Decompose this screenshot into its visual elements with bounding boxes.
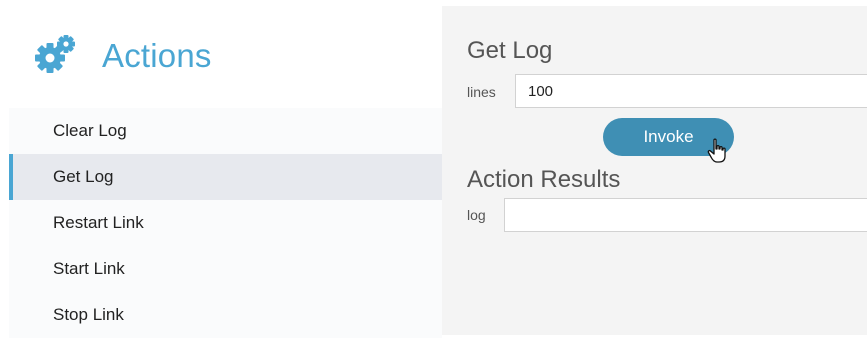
form-title: Get Log — [467, 37, 553, 64]
menu-item-get-log[interactable]: Get Log — [9, 154, 442, 200]
menu-item-start-link[interactable]: Start Link — [9, 246, 442, 292]
lines-label: lines — [467, 84, 496, 100]
actions-menu: Clear Log Get Log Restart Link Start Lin… — [9, 108, 442, 338]
log-output[interactable] — [504, 198, 867, 232]
results-title: Action Results — [467, 166, 621, 193]
menu-item-restart-link[interactable]: Restart Link — [9, 200, 442, 246]
menu-item-clear-log[interactable]: Clear Log — [9, 108, 442, 154]
sidebar-header: Actions — [9, 6, 442, 102]
lines-input[interactable] — [515, 74, 867, 108]
actions-sidebar: Actions Clear Log Get Log Restart Link S… — [9, 6, 442, 338]
hand-cursor-icon — [707, 138, 731, 164]
sidebar-title: Actions — [102, 37, 212, 74]
action-panel: Get Log lines Invoke Action Results log — [442, 6, 867, 335]
menu-item-stop-link[interactable]: Stop Link — [9, 292, 442, 338]
gears-icon — [33, 34, 77, 78]
log-label: log — [467, 207, 486, 223]
